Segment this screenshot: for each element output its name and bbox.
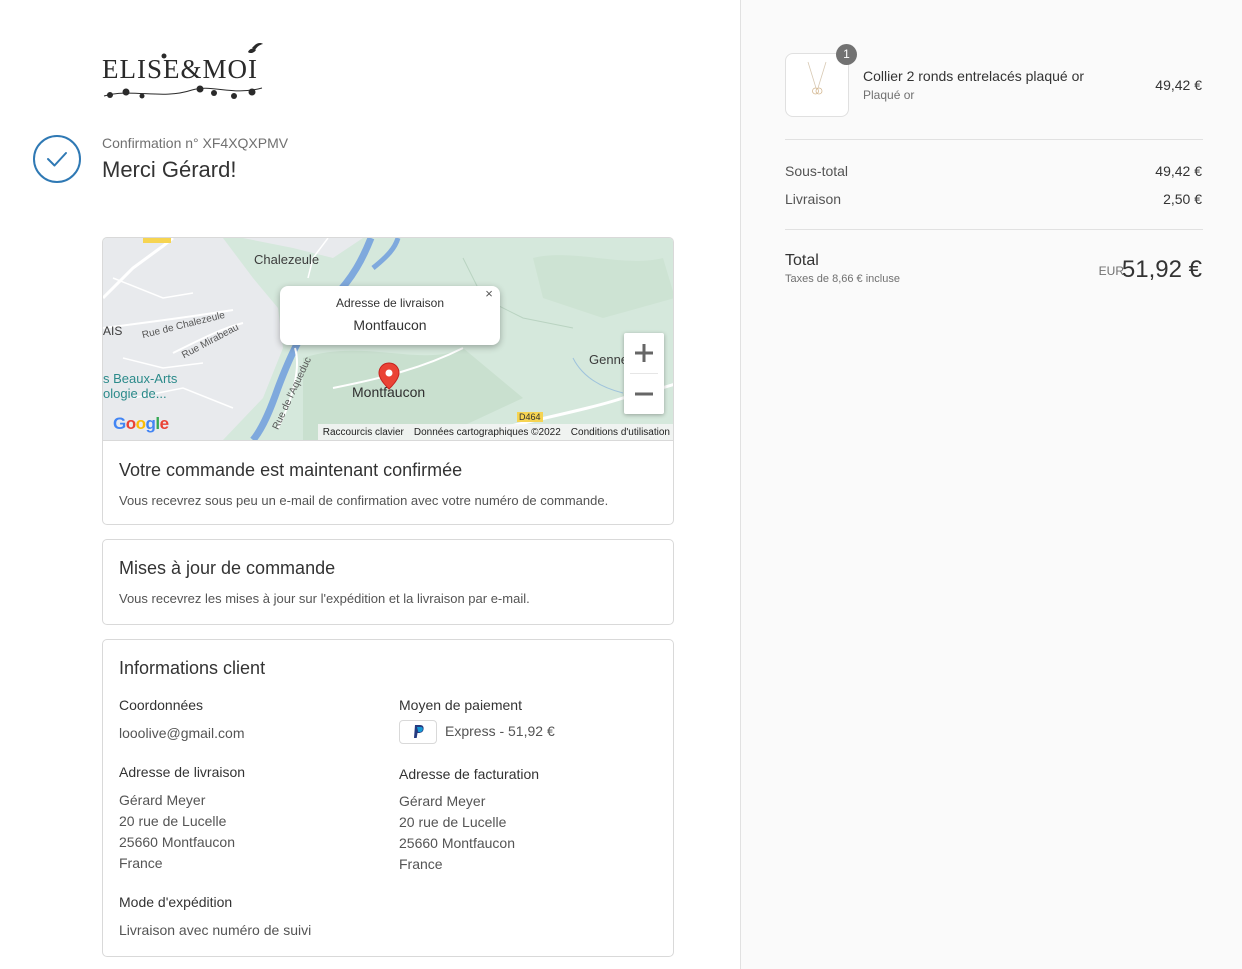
order-confirmed-title: Votre commande est maintenant confirmée: [119, 460, 463, 480]
total-label: Total: [785, 252, 819, 269]
map-pin-icon[interactable]: [378, 362, 400, 390]
product-variant: Plaqué or: [863, 88, 915, 102]
minus-icon: [635, 392, 653, 396]
contact-email: looolive@gmail.com: [119, 725, 245, 741]
map-label-ais: AIS: [103, 324, 123, 338]
total-value: 51,92 €: [1121, 256, 1202, 283]
check-circle-icon: [33, 135, 81, 183]
shipping-address-line: Gérard Meyer: [119, 792, 206, 808]
close-icon[interactable]: ×: [482, 287, 496, 301]
map-card: Chalezeule Rue de Chalezeule Rue Mirabea…: [102, 237, 674, 525]
map-data-attribution: Données cartographiques ©2022: [413, 426, 561, 438]
zoom-out-button[interactable]: [624, 374, 664, 414]
map-label-beaux-arts: s Beaux-Arts: [103, 371, 178, 386]
zoom-in-button[interactable]: [624, 333, 664, 373]
billing-address-line: France: [399, 856, 443, 872]
confirmation-number: Confirmation n° XF4XQXPMV: [102, 135, 289, 151]
order-summary-sidebar: 1 Collier 2 ronds entrelacés plaqué or P…: [740, 0, 1242, 969]
order-confirmed-text: Vous recevrez sous peu un e-mail de conf…: [119, 493, 609, 508]
billing-address-line: 20 rue de Lucelle: [399, 814, 507, 830]
info-window-title: Adresse de livraison: [335, 296, 445, 310]
currency-code: EUR: [1098, 264, 1124, 278]
customer-info-card: Informations client Coordonnées looolive…: [102, 639, 674, 957]
billing-address-line: Gérard Meyer: [399, 793, 486, 809]
map-label-beaux-arts-2: ologie de...: [103, 386, 167, 401]
paypal-icon: [399, 720, 437, 744]
map-label-d464: D464: [517, 412, 543, 422]
shipping-cost-value: 2,50 €: [1163, 191, 1202, 207]
quantity-badge: 1: [836, 44, 857, 65]
shipping-address-line: 20 rue de Lucelle: [119, 813, 227, 829]
terms-link[interactable]: Conditions d'utilisation: [566, 427, 673, 438]
info-window-value: Montfaucon: [353, 317, 427, 333]
map-footer: Raccourcis clavier Données cartographiqu…: [317, 424, 673, 440]
shipping-address-line: 25660 Montfaucon: [119, 834, 235, 850]
main-content: ELISE&MOI Confirmation n° XF4XQXPMV Merc…: [0, 0, 740, 969]
map-label-genne: Genne: [589, 352, 629, 367]
map-info-window: Adresse de livraison Montfaucon ×: [280, 286, 500, 345]
order-updates-card: Mises à jour de commande Vous recevrez l…: [102, 539, 674, 625]
billing-address-label: Adresse de facturation: [399, 766, 540, 782]
customer-info-title: Informations client: [119, 658, 266, 678]
map-label-chalezeule: Chalezeule: [254, 252, 320, 267]
necklace-icon: [807, 61, 827, 95]
product-name: Collier 2 ronds entrelacés plaqué or: [863, 68, 1085, 84]
payment-label: Moyen de paiement: [399, 697, 522, 713]
subtotal-label: Sous-total: [785, 163, 849, 179]
brand-logo[interactable]: ELISE&MOI: [102, 40, 264, 102]
tax-note: Taxes de 8,66 € incluse: [785, 273, 900, 285]
billing-address-line: 25660 Montfaucon: [399, 835, 515, 851]
shipping-cost-label: Livraison: [785, 191, 842, 207]
order-updates-text: Vous recevrez les mises à jour sur l'exp…: [119, 591, 530, 606]
summary-divider: [785, 139, 1203, 140]
google-logo[interactable]: Google: [113, 414, 169, 434]
page-title: Merci Gérard!: [102, 157, 237, 182]
plus-icon: [635, 344, 653, 362]
shipping-method-value: Livraison avec numéro de suivi: [119, 922, 312, 938]
summary-divider: [785, 229, 1203, 230]
logo-text: ELISE&MOI: [102, 54, 258, 84]
delivery-map[interactable]: Chalezeule Rue de Chalezeule Rue Mirabea…: [103, 238, 673, 440]
shipping-method-label: Mode d'expédition: [119, 894, 233, 910]
contact-label: Coordonnées: [119, 697, 204, 713]
shipping-address-label: Adresse de livraison: [119, 764, 246, 780]
order-updates-title: Mises à jour de commande: [119, 558, 336, 578]
shipping-address-line: France: [119, 855, 163, 871]
product-price: 49,42 €: [1155, 77, 1202, 93]
order-confirmed-section: Votre commande est maintenant confirmée …: [103, 440, 673, 524]
keyboard-shortcuts-link[interactable]: Raccourcis clavier: [318, 427, 409, 438]
subtotal-value: 49,42 €: [1155, 163, 1202, 179]
map-zoom-control: [624, 333, 664, 414]
payment-value: Express - 51,92 €: [445, 723, 555, 739]
